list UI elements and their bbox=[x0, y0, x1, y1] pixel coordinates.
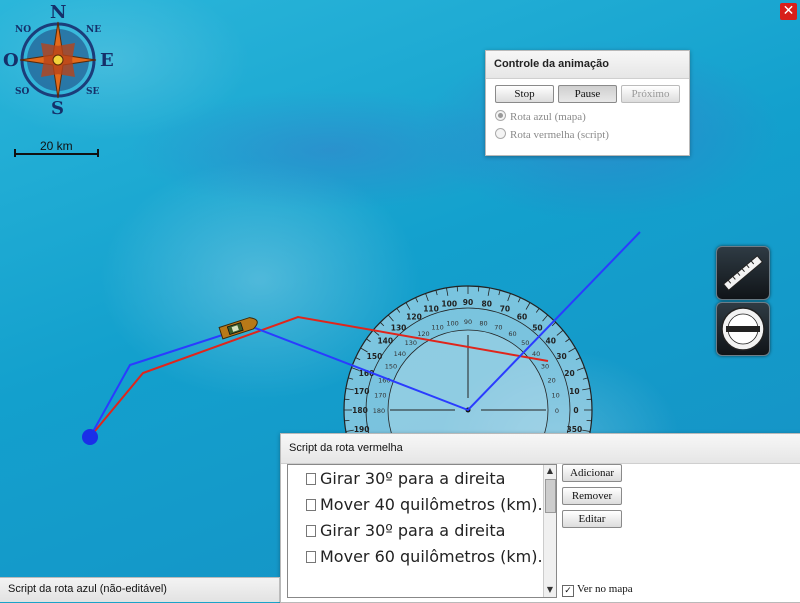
animation-panel-title: Controle da animação bbox=[486, 51, 689, 79]
next-button[interactable]: Próximo bbox=[621, 85, 680, 103]
radio-blue-label: Rota azul (mapa) bbox=[510, 111, 586, 123]
protractor-outer-label: 140 bbox=[377, 337, 393, 346]
blue-script-panel[interactable]: Script da rota azul (não-editável) bbox=[0, 577, 280, 602]
protractor-outer-label: 80 bbox=[482, 300, 492, 309]
protractor-inner-label: 0 bbox=[555, 407, 559, 415]
protractor-outer-label: 40 bbox=[546, 337, 556, 346]
protractor-inner-label: 20 bbox=[547, 377, 555, 385]
protractor-outer-label: 0 bbox=[573, 406, 578, 415]
script-item[interactable]: Mover 40 quilômetros (km). bbox=[306, 497, 543, 513]
compass-so-label: SO bbox=[15, 87, 29, 97]
scroll-down-icon[interactable]: ▼ bbox=[545, 585, 555, 595]
protractor-inner-label: 80 bbox=[479, 319, 487, 327]
protractor-tool-button[interactable] bbox=[716, 302, 770, 356]
stop-button[interactable]: Stop bbox=[495, 85, 554, 103]
red-script-panel: Script da rota vermelha Girar 30º para a… bbox=[280, 433, 800, 603]
protractor-outer-label: 60 bbox=[517, 312, 527, 321]
compass-e-label: E bbox=[100, 50, 114, 71]
compass-no-label: NO bbox=[15, 25, 31, 35]
document-icon bbox=[306, 551, 316, 563]
protractor-icon bbox=[717, 303, 769, 355]
ruler-icon bbox=[717, 247, 769, 299]
document-icon bbox=[306, 499, 316, 511]
edit-button[interactable]: Editar bbox=[562, 510, 622, 528]
blue-script-panel-title: Script da rota azul (não-editável) bbox=[8, 584, 167, 595]
protractor-outer-label: 10 bbox=[569, 387, 579, 396]
protractor-inner-label: 50 bbox=[521, 339, 529, 347]
radio-blue-route[interactable]: Rota azul (mapa) bbox=[495, 110, 586, 123]
compass-rose: N S E O NE NO SE SO bbox=[0, 0, 120, 120]
add-button[interactable]: Adicionar bbox=[562, 464, 622, 482]
protractor-inner-label: 170 bbox=[374, 392, 386, 400]
show-on-map-label: Ver no mapa bbox=[577, 583, 633, 595]
protractor-inner-label: 140 bbox=[394, 350, 406, 358]
protractor-inner-label: 110 bbox=[431, 323, 443, 331]
route-start-marker bbox=[82, 429, 98, 445]
show-on-map-toggle[interactable]: ✓Ver no mapa bbox=[562, 584, 633, 597]
protractor-outer-label: 110 bbox=[423, 305, 439, 314]
protractor-inner-label: 150 bbox=[385, 363, 397, 371]
protractor-outer-label: 180 bbox=[352, 406, 368, 415]
list-scrollbar[interactable]: ▲ ▼ bbox=[543, 465, 556, 597]
protractor-inner-label: 30 bbox=[541, 363, 549, 371]
checkbox-checked-icon[interactable]: ✓ bbox=[562, 585, 574, 597]
radio-blue-indicator[interactable] bbox=[495, 110, 506, 121]
protractor-inner-label: 120 bbox=[417, 330, 429, 338]
protractor-inner-label: 180 bbox=[373, 407, 385, 415]
protractor-inner-label: 60 bbox=[508, 330, 516, 338]
pause-button[interactable]: Pause bbox=[558, 85, 617, 103]
protractor-inner-label: 40 bbox=[532, 350, 540, 358]
protractor-outer-label: 150 bbox=[367, 352, 383, 361]
scroll-up-icon[interactable]: ▲ bbox=[545, 466, 555, 476]
script-item[interactable]: Girar 30º para a direita bbox=[306, 523, 505, 539]
script-item[interactable]: Girar 30º para a direita bbox=[306, 471, 505, 487]
protractor-outer-label: 30 bbox=[556, 352, 566, 361]
protractor-outer-label: 120 bbox=[406, 312, 422, 321]
radio-red-indicator[interactable] bbox=[495, 128, 506, 139]
scale-label: 20 km bbox=[40, 140, 73, 152]
red-script-list[interactable]: Girar 30º para a direita Mover 40 quilôm… bbox=[287, 464, 557, 598]
protractor-outer-label: 100 bbox=[441, 300, 457, 309]
protractor-inner-label: 90 bbox=[464, 318, 472, 326]
protractor-inner-label: 130 bbox=[405, 339, 417, 347]
protractor-outer-label: 130 bbox=[391, 323, 407, 332]
close-button[interactable]: ✕ bbox=[780, 3, 797, 20]
protractor-outer-label: 170 bbox=[354, 387, 370, 396]
boat-icon bbox=[219, 316, 259, 339]
radio-red-route[interactable]: Rota vermelha (script) bbox=[495, 128, 609, 141]
compass-ne-label: NE bbox=[86, 25, 101, 35]
protractor-outer-label: 90 bbox=[463, 298, 473, 307]
scale-bar: 20 km bbox=[14, 140, 100, 160]
script-item[interactable]: Mover 60 quilômetros (km). bbox=[306, 549, 543, 565]
compass-o-label: O bbox=[3, 50, 19, 71]
protractor-inner-label: 10 bbox=[552, 392, 560, 400]
compass-n-label: N bbox=[50, 2, 66, 23]
radio-red-label: Rota vermelha (script) bbox=[510, 129, 609, 141]
ruler-tool-button[interactable] bbox=[716, 246, 770, 300]
animation-control-panel: Controle da animação Stop Pause Próximo … bbox=[485, 50, 690, 156]
protractor-outer-label: 20 bbox=[564, 369, 574, 378]
protractor-outer-label: 50 bbox=[532, 323, 542, 332]
protractor-outer-label: 70 bbox=[500, 305, 510, 314]
remove-button[interactable]: Remover bbox=[562, 487, 622, 505]
scroll-thumb[interactable] bbox=[545, 479, 556, 513]
red-script-panel-title: Script da rota vermelha bbox=[281, 434, 800, 464]
document-icon bbox=[306, 473, 316, 485]
document-icon bbox=[306, 525, 316, 537]
protractor-inner-label: 70 bbox=[494, 323, 502, 331]
compass-s-label: S bbox=[51, 98, 64, 119]
compass-se-label: SE bbox=[86, 87, 99, 97]
protractor-inner-label: 100 bbox=[446, 319, 458, 327]
